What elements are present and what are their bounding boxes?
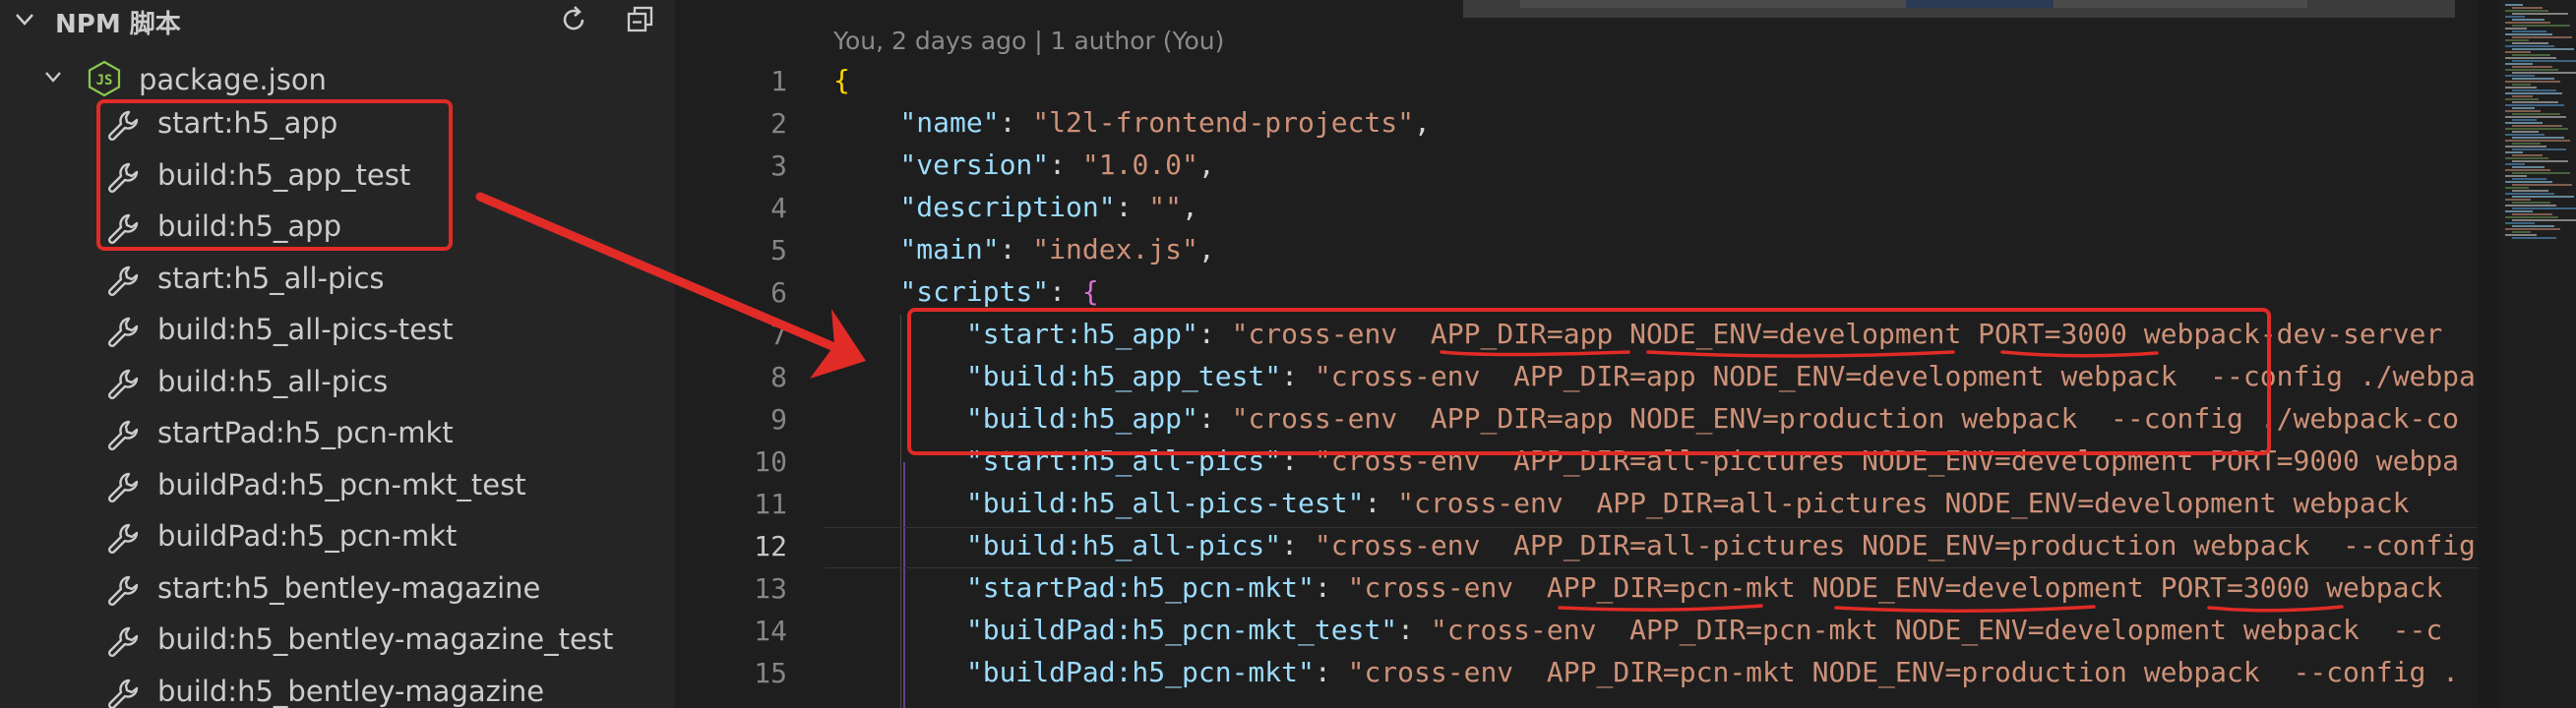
minimap-line — [2505, 228, 2560, 230]
minimap-line — [2512, 107, 2535, 109]
minimap-line — [2505, 187, 2529, 189]
minimap-line — [2505, 157, 2548, 159]
minimap-line — [2512, 166, 2545, 168]
minimap-line — [2512, 36, 2572, 38]
minimap-line — [2512, 84, 2531, 86]
minimap-line — [2512, 54, 2550, 56]
minimap-line — [2512, 101, 2558, 103]
minimap-line — [2512, 207, 2576, 209]
minimap-line — [2512, 25, 2570, 27]
minimap-line — [2512, 72, 2576, 74]
minimap-line — [2512, 190, 2548, 192]
minimap-line — [2512, 160, 2568, 162]
minimap-line — [2512, 42, 2548, 44]
minimap-line — [2512, 231, 2531, 233]
minimap-line — [2512, 219, 2576, 221]
minimap-line — [2505, 22, 2550, 24]
minimap-line — [2505, 128, 2568, 130]
minimap-line — [2505, 163, 2525, 165]
minimap-line — [2512, 30, 2546, 32]
minimap-line — [2512, 131, 2539, 133]
minimap-line — [2505, 4, 2523, 6]
minimap-line — [2505, 205, 2556, 206]
minimap-line — [2505, 234, 2537, 236]
minimap-line — [2505, 28, 2527, 30]
minimap-line — [2505, 151, 2523, 153]
minimap-line — [2505, 92, 2562, 94]
minimap-line — [2512, 7, 2543, 9]
minimap-line — [2505, 63, 2533, 65]
minimap-line — [2512, 137, 2564, 139]
minimap-line — [2505, 199, 2531, 201]
minimap-line — [2512, 237, 2556, 239]
minimap-line — [2512, 154, 2543, 156]
minimap-line — [2505, 69, 2558, 71]
minimap-line — [2505, 45, 2554, 47]
minimap-line — [2512, 172, 2570, 174]
minimap-line — [2512, 225, 2554, 227]
minimap-line — [2512, 143, 2541, 145]
minimap-line — [2505, 10, 2548, 12]
minimap-line — [2505, 146, 2546, 148]
minimap-line — [2505, 175, 2527, 177]
minimap-line — [2512, 60, 2576, 62]
minimap-line — [2505, 134, 2545, 136]
minimap-line — [2512, 13, 2568, 15]
minimap-line — [2512, 89, 2556, 91]
minimap-line — [2505, 16, 2525, 18]
minimap-line — [2505, 33, 2552, 35]
annotation-arrow — [475, 192, 866, 379]
minimap-line — [2505, 216, 2558, 218]
minimap-line — [2512, 148, 2566, 150]
minimap-line — [2505, 193, 2554, 195]
minimap-line — [2505, 39, 2529, 41]
minimap-line — [2505, 57, 2556, 59]
minimap-line — [2505, 81, 2560, 83]
minimap-line — [2512, 178, 2546, 180]
minimap-line — [2512, 125, 2562, 127]
minimap-line — [2512, 213, 2552, 215]
minimap-line — [2512, 95, 2533, 97]
minimap-line — [2505, 104, 2564, 106]
vertical-scrollbar[interactable] — [2478, 0, 2499, 708]
minimap-line — [2512, 48, 2574, 50]
minimap-line — [2512, 19, 2545, 21]
minimap-line — [2505, 122, 2543, 124]
minimap-line — [2505, 181, 2552, 183]
minimap-line — [2512, 78, 2554, 80]
minimap-line — [2505, 116, 2566, 118]
minimap-line — [2505, 51, 2531, 53]
minimap-line — [2505, 169, 2550, 171]
minimap-line — [2505, 75, 2535, 77]
minimap-line — [2512, 66, 2552, 68]
minimap-line — [2505, 110, 2541, 112]
minimap[interactable] — [2499, 0, 2576, 708]
minimap-line — [2512, 119, 2537, 121]
minimap-line — [2505, 98, 2539, 100]
minimap-line — [2505, 210, 2533, 212]
minimap-line — [2505, 87, 2537, 88]
minimap-line — [2512, 202, 2550, 204]
minimap-line — [2512, 113, 2560, 115]
minimap-line — [2505, 140, 2570, 142]
minimap-line — [2505, 222, 2535, 224]
minimap-line — [2512, 184, 2572, 186]
minimap-line — [2512, 196, 2574, 198]
